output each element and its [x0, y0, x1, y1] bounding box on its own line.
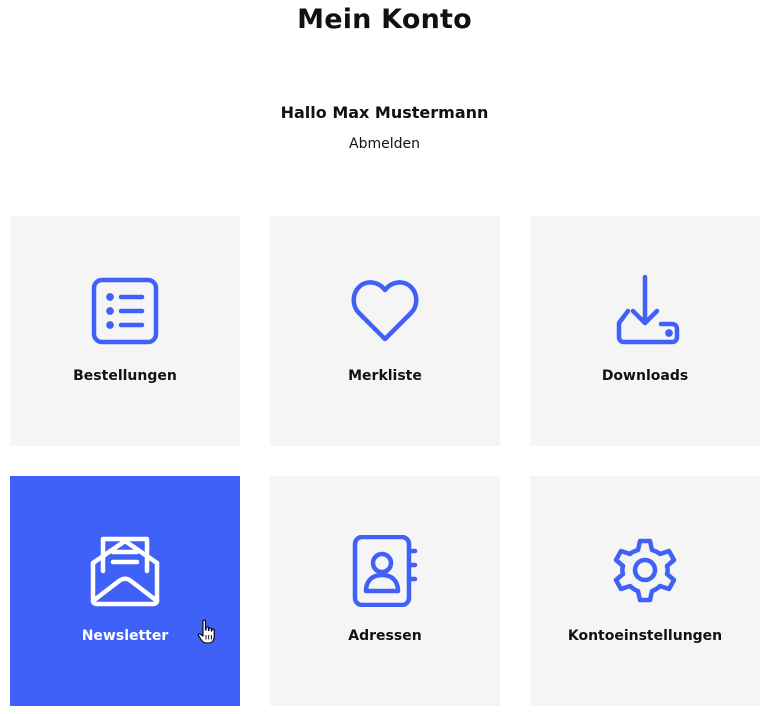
account-page: Mein Konto Hallo Max Mustermann Abmelden…: [0, 0, 769, 714]
tile-orders[interactable]: Bestellungen: [10, 216, 240, 446]
gear-icon: [609, 535, 681, 607]
heart-icon: [349, 275, 421, 347]
tile-label: Bestellungen: [73, 368, 177, 384]
logout-link[interactable]: Abmelden: [0, 136, 769, 152]
tile-label: Kontoeinstellungen: [567, 628, 723, 644]
user-greeting: Hallo Max Mustermann: [280, 103, 489, 122]
tile-downloads[interactable]: Downloads: [530, 216, 760, 446]
hand-pointer-icon: [197, 619, 217, 645]
tile-newsletter[interactable]: Newsletter: [10, 476, 240, 706]
order-list-icon: [89, 275, 161, 347]
tile-account-settings[interactable]: Kontoeinstellungen: [530, 476, 760, 706]
tile-addresses[interactable]: Adressen: [270, 476, 500, 706]
tile-label: Adressen: [348, 628, 422, 644]
envelope-letter-icon: [89, 535, 161, 607]
address-book-icon: [349, 535, 421, 607]
tile-label: Downloads: [601, 368, 689, 384]
page-title: Mein Konto: [297, 4, 472, 35]
tile-wishlist[interactable]: Merkliste: [270, 216, 500, 446]
download-icon: [609, 275, 681, 347]
tile-label: Merkliste: [348, 368, 422, 384]
